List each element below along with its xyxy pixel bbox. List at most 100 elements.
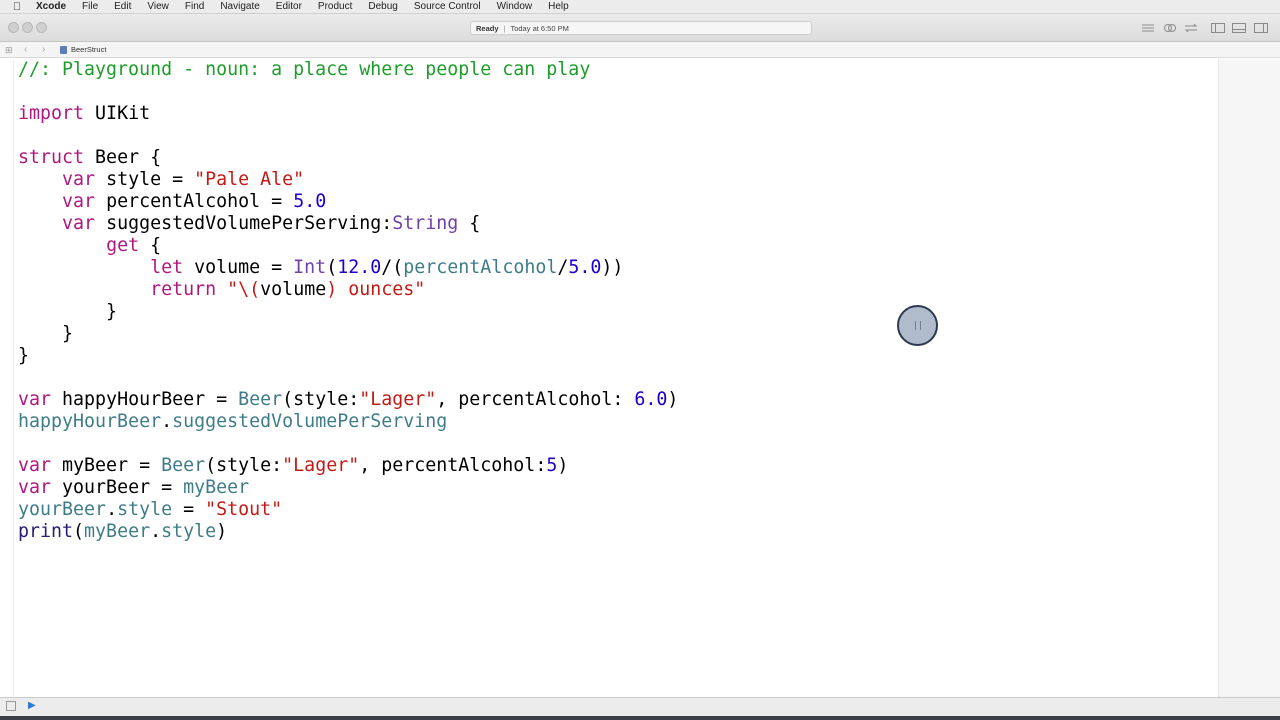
code-token: } bbox=[18, 345, 30, 366]
status-separator: | bbox=[503, 23, 506, 33]
close-window-button[interactable] bbox=[8, 22, 19, 33]
code-token: . bbox=[161, 411, 173, 432]
apple-logo-icon[interactable]:  bbox=[0, 0, 34, 14]
menu-navigate[interactable]: Navigate bbox=[212, 0, 267, 14]
code-token: "\( bbox=[227, 279, 261, 300]
code-line[interactable]: var percentAlcohol = 5.0 bbox=[18, 191, 678, 213]
menu-edit[interactable]: Edit bbox=[106, 0, 139, 14]
code-token: / bbox=[557, 257, 569, 278]
menu-editor[interactable]: Editor bbox=[268, 0, 310, 14]
code-token: return bbox=[150, 279, 217, 300]
jump-bar: ⊞ ‹ › BeerStruct bbox=[0, 42, 1280, 58]
code-line[interactable]: var style = "Pale Ale" bbox=[18, 169, 678, 191]
code-line[interactable] bbox=[18, 81, 678, 103]
code-token: style bbox=[161, 521, 217, 542]
code-token: print bbox=[18, 521, 74, 542]
code-line[interactable]: struct Beer { bbox=[18, 147, 678, 169]
code-line[interactable]: var suggestedVolumePerServing:String { bbox=[18, 213, 678, 235]
code-token: style = bbox=[95, 169, 195, 190]
ibeam-cursor-icon bbox=[914, 321, 921, 330]
editor-gutter bbox=[13, 59, 14, 697]
code-token: myBeer bbox=[183, 477, 250, 498]
menu-view[interactable]: View bbox=[139, 0, 177, 14]
code-line[interactable]: happyHourBeer.suggestedVolumePerServing bbox=[18, 411, 678, 433]
code-token: = bbox=[172, 499, 206, 520]
source-editor[interactable]: //: Playground - noun: a place where peo… bbox=[0, 59, 1280, 697]
window-toolbar: Ready | Today at 6:50 PM bbox=[0, 14, 1280, 42]
code-line[interactable]: get { bbox=[18, 235, 678, 257]
code-token: . bbox=[150, 521, 162, 542]
menu-xcode[interactable]: Xcode bbox=[34, 0, 74, 14]
code-token: "Stout" bbox=[205, 499, 283, 520]
menu-window[interactable]: Window bbox=[489, 0, 541, 14]
menu-source-control[interactable]: Source Control bbox=[406, 0, 489, 14]
menu-product[interactable]: Product bbox=[310, 0, 360, 14]
run-playground-icon[interactable]: ▶ bbox=[28, 700, 36, 711]
code-token: 5 bbox=[546, 455, 558, 476]
code-line[interactable]: //: Playground - noun: a place where peo… bbox=[18, 59, 678, 81]
navigator-toggle-icon[interactable] bbox=[1208, 21, 1228, 35]
code-token: 12.0 bbox=[337, 257, 382, 278]
menu-file[interactable]: File bbox=[74, 0, 106, 14]
code-token: var bbox=[62, 169, 96, 190]
code-line[interactable]: } bbox=[18, 301, 678, 323]
forward-arrow-icon[interactable]: › bbox=[42, 42, 45, 58]
code-token: var bbox=[18, 477, 52, 498]
back-arrow-icon[interactable]: ‹ bbox=[24, 42, 27, 58]
code-token: myBeer = bbox=[51, 455, 162, 476]
debug-area-toggle-icon[interactable] bbox=[1229, 21, 1249, 35]
code-line[interactable]: import UIKit bbox=[18, 103, 678, 125]
code-token: 6.0 bbox=[634, 389, 668, 410]
minimize-window-button[interactable] bbox=[22, 22, 33, 33]
code-token: suggestedVolumePerServing: bbox=[95, 213, 393, 234]
code-token: "Lager" bbox=[359, 389, 437, 410]
code-token: (style: bbox=[205, 455, 283, 476]
related-items-icon[interactable]: ⊞ bbox=[5, 42, 13, 58]
menu-find[interactable]: Find bbox=[177, 0, 212, 14]
utilities-toggle-icon[interactable] bbox=[1251, 21, 1271, 35]
code-token: percentAlcohol bbox=[403, 257, 558, 278]
code-line[interactable]: let volume = Int(12.0/(percentAlcohol/5.… bbox=[18, 257, 678, 279]
hide-debug-area-icon[interactable] bbox=[6, 701, 16, 711]
menu-help[interactable]: Help bbox=[540, 0, 577, 14]
code-token: ( bbox=[326, 257, 338, 278]
code-line[interactable]: var myBeer = Beer(style:"Lager", percent… bbox=[18, 455, 678, 477]
zoom-window-button[interactable] bbox=[36, 22, 47, 33]
code-line[interactable]: } bbox=[18, 323, 678, 345]
playground-file-icon bbox=[60, 46, 67, 54]
code-token: } bbox=[18, 301, 118, 322]
assistant-editor-icon[interactable] bbox=[1160, 21, 1180, 35]
menu-debug[interactable]: Debug bbox=[360, 0, 405, 14]
code-token: let bbox=[150, 257, 184, 278]
code-token: happyHourBeer bbox=[18, 411, 162, 432]
code-line[interactable]: yourBeer.style = "Stout" bbox=[18, 499, 678, 521]
code-token: { bbox=[458, 213, 481, 234]
code-token: var bbox=[62, 191, 96, 212]
code-line[interactable]: var happyHourBeer = Beer(style:"Lager", … bbox=[18, 389, 678, 411]
code-token: Beer { bbox=[84, 147, 162, 168]
code-line[interactable] bbox=[18, 433, 678, 455]
code-line[interactable]: return "\(volume) ounces" bbox=[18, 279, 678, 301]
breadcrumb-file[interactable]: BeerStruct bbox=[71, 42, 106, 58]
status-text: Ready bbox=[476, 23, 499, 33]
version-editor-icon[interactable] bbox=[1181, 21, 1201, 35]
code-token: ) bbox=[667, 389, 679, 410]
code-token: yourBeer = bbox=[51, 477, 184, 498]
code-token: happyHourBeer = bbox=[51, 389, 239, 410]
code-line[interactable]: print(myBeer.style) bbox=[18, 521, 678, 543]
standard-editor-icon[interactable] bbox=[1138, 21, 1158, 35]
code-token: var bbox=[62, 213, 96, 234]
code-line[interactable] bbox=[18, 125, 678, 147]
code-line[interactable]: var yourBeer = myBeer bbox=[18, 477, 678, 499]
code-line[interactable]: } bbox=[18, 345, 678, 367]
code-area[interactable]: //: Playground - noun: a place where peo… bbox=[18, 59, 678, 543]
code-line[interactable] bbox=[18, 367, 678, 389]
code-token: percentAlcohol = bbox=[95, 191, 294, 212]
mouse-cursor-highlight bbox=[897, 305, 938, 346]
